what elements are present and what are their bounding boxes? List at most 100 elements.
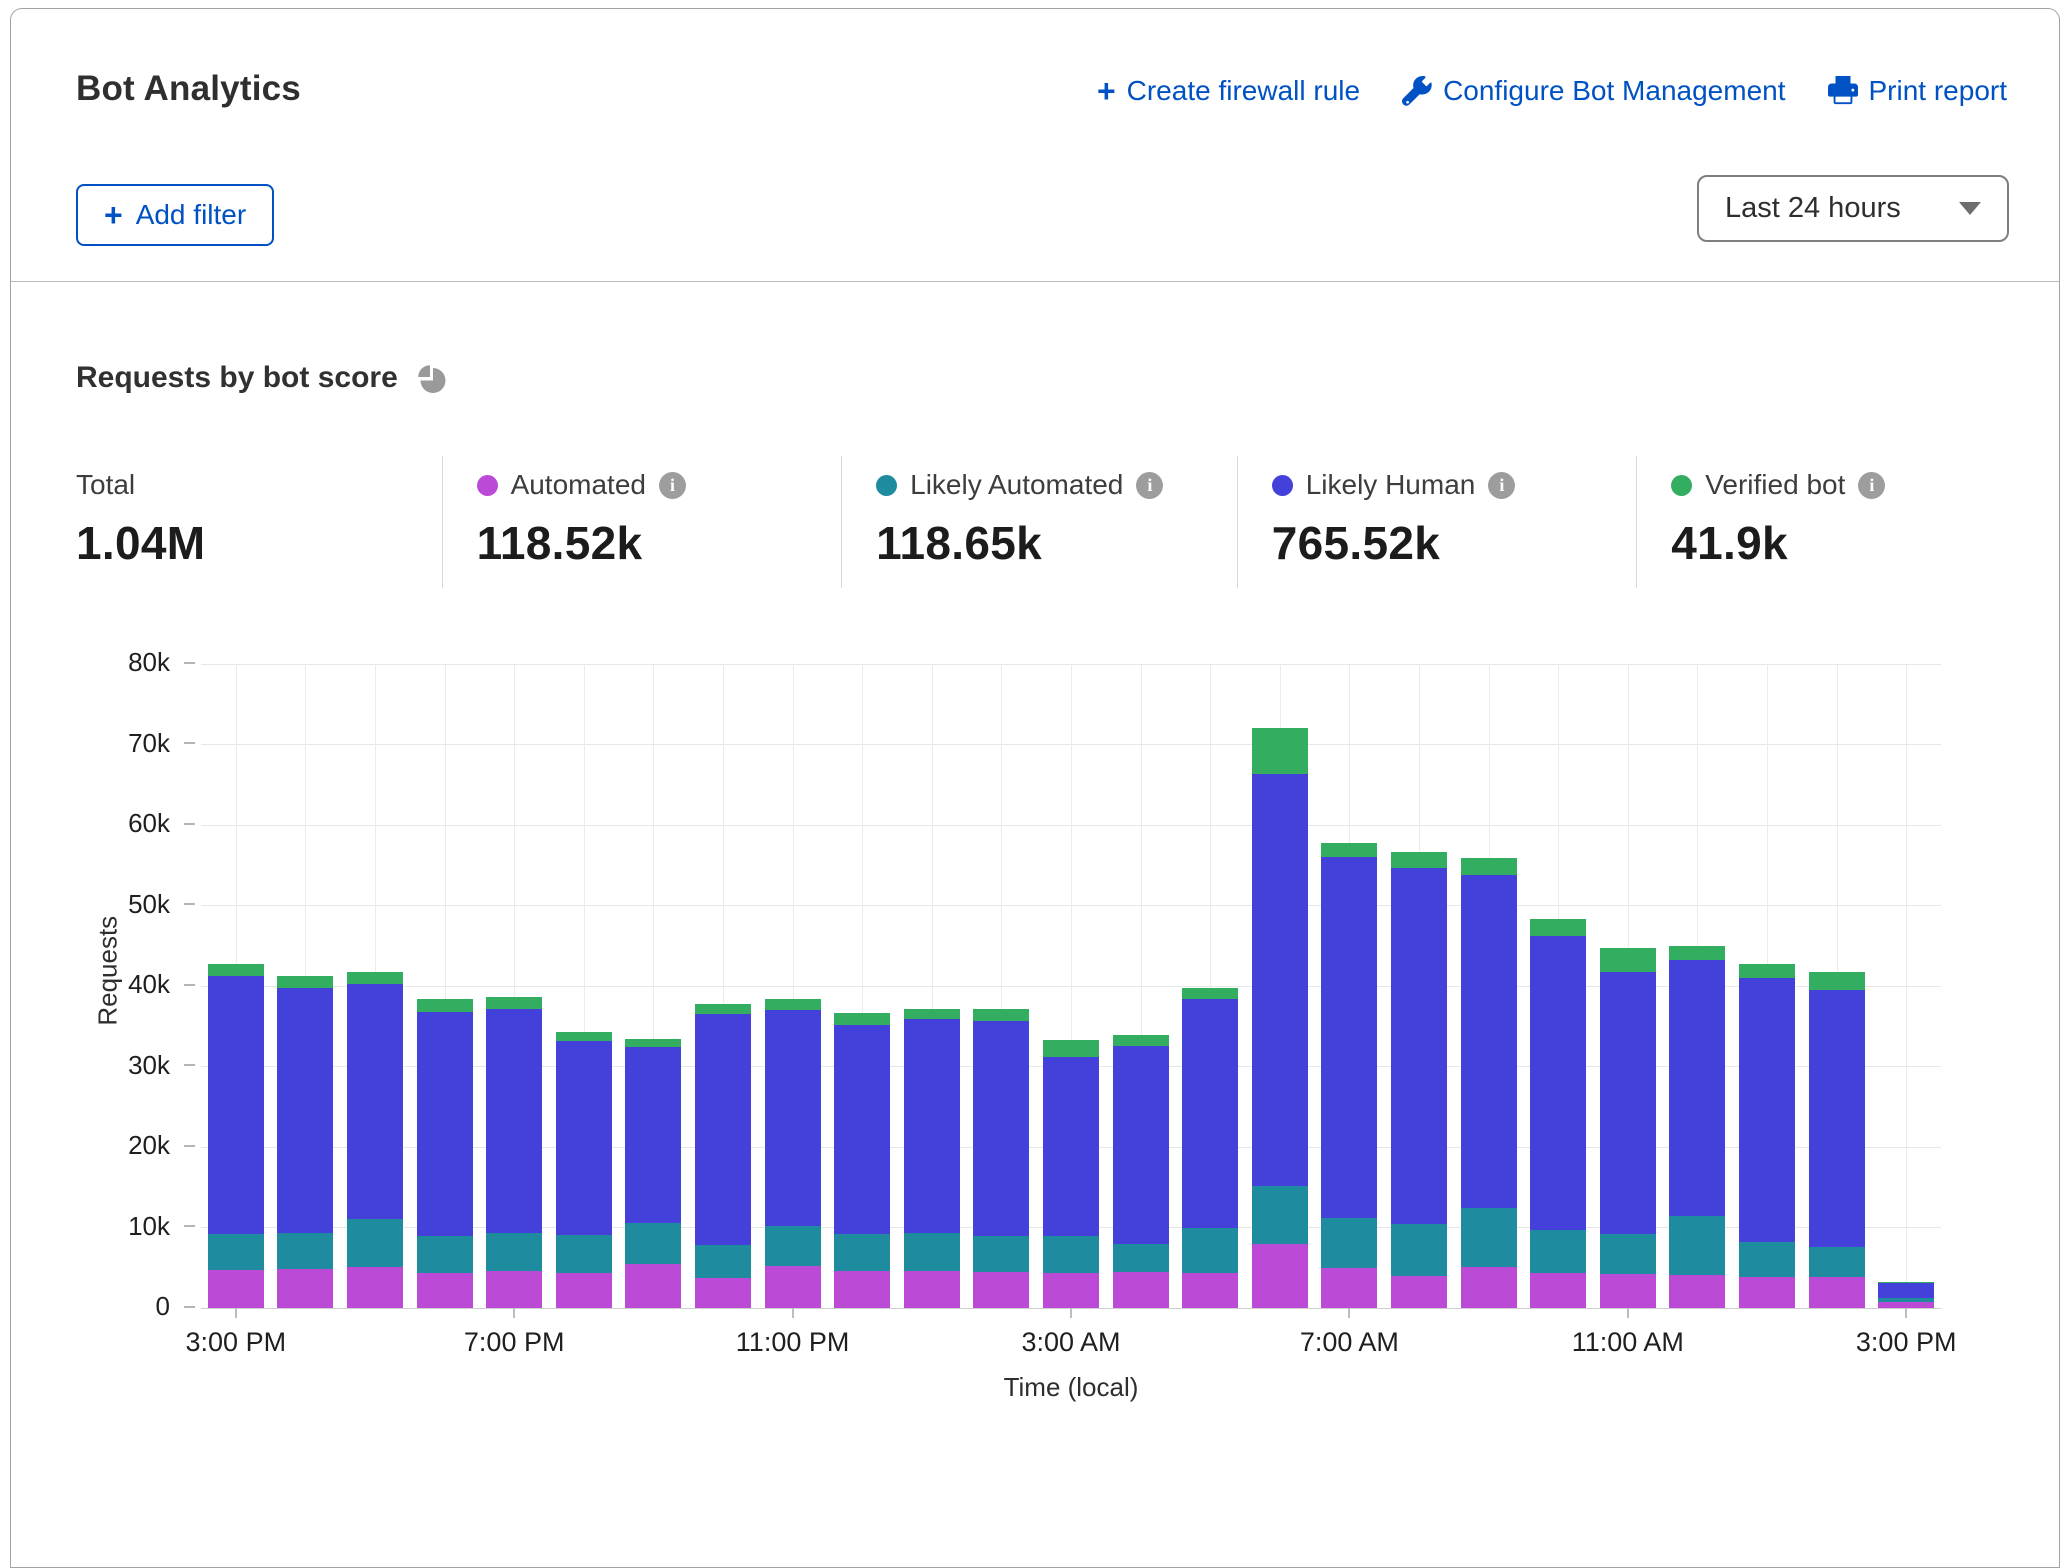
bar-segment-likely-human [556, 1041, 612, 1235]
bar-segment-likely-human [834, 1025, 890, 1233]
x-tick-label: 7:00 PM [424, 1327, 604, 1358]
bar-300pm[interactable] [208, 964, 264, 1308]
info-icon[interactable]: i [1488, 472, 1515, 499]
bar-300pm[interactable] [1878, 1282, 1934, 1308]
bar-segment-automated [486, 1271, 542, 1308]
bar-segment-likely-human [1252, 774, 1308, 1186]
x-tick-label: 7:00 AM [1259, 1327, 1439, 1358]
bar-500am[interactable] [1182, 988, 1238, 1308]
y-tick-mark [184, 742, 195, 744]
y-tick: 80k [90, 647, 201, 678]
bar-700am[interactable] [1321, 843, 1377, 1308]
bar-segment-automated [973, 1272, 1029, 1308]
bar-700pm[interactable] [486, 997, 542, 1309]
bar-segment-verified-bot [417, 999, 473, 1012]
bar-segment-likely-automated [277, 1233, 333, 1269]
legend-dot-likely-human [1272, 475, 1293, 496]
bar-segment-likely-automated [1739, 1242, 1795, 1277]
x-tick-label: 3:00 AM [981, 1327, 1161, 1358]
bar-segment-verified-bot [765, 999, 821, 1010]
bar-1100am[interactable] [1600, 948, 1656, 1308]
bar-segment-automated [625, 1264, 681, 1308]
x-tick-mark [513, 1308, 515, 1318]
bar-segment-likely-human [486, 1009, 542, 1234]
bar-segment-automated [1043, 1273, 1099, 1308]
bar-segment-automated [834, 1271, 890, 1308]
bar-500pm[interactable] [347, 972, 403, 1308]
add-filter-button[interactable]: + Add filter [76, 184, 274, 246]
bar-1000am[interactable] [1530, 919, 1586, 1308]
bar-segment-verified-bot [1809, 972, 1865, 990]
bar-1200am[interactable] [834, 1013, 890, 1308]
x-tick-label: 3:00 PM [146, 1327, 326, 1358]
stat-label: Automated [511, 469, 646, 501]
bar-segment-automated [1739, 1277, 1795, 1308]
stats-row: Total 1.04M Automated i 118.52k Likely A… [76, 456, 2014, 588]
bar-segment-verified-bot [1739, 964, 1795, 978]
bar-800am[interactable] [1391, 852, 1447, 1308]
bar-200pm[interactable] [1809, 972, 1865, 1308]
time-range-dropdown[interactable]: Last 24 hours [1697, 175, 2009, 242]
printer-icon [1828, 76, 1858, 106]
bar-segment-likely-human [765, 1010, 821, 1226]
y-tick-label: 30k [90, 1050, 170, 1081]
bar-segment-verified-bot [695, 1004, 751, 1014]
bar-segment-likely-human [1043, 1057, 1099, 1236]
bar-1000pm[interactable] [695, 1004, 751, 1308]
bar-segment-likely-human [417, 1012, 473, 1237]
bar-900am[interactable] [1461, 858, 1517, 1308]
pie-chart-icon [416, 361, 450, 395]
y-tick-label: 50k [90, 889, 170, 920]
configure-bot-management-link[interactable]: Configure Bot Management [1402, 75, 1785, 107]
y-tick-label: 60k [90, 808, 170, 839]
bar-200am[interactable] [973, 1009, 1029, 1308]
bar-segment-verified-bot [556, 1032, 612, 1041]
bar-600am[interactable] [1252, 728, 1308, 1308]
bar-segment-automated [695, 1278, 751, 1308]
bar-segment-automated [208, 1270, 264, 1308]
bar-segment-automated [277, 1269, 333, 1308]
legend-dot-likely-automated [876, 475, 897, 496]
info-icon[interactable]: i [1858, 472, 1885, 499]
bar-segment-automated [1461, 1267, 1517, 1308]
bar-100am[interactable] [904, 1009, 960, 1308]
info-icon[interactable]: i [1136, 472, 1163, 499]
x-tick-mark [1070, 1308, 1072, 1318]
header-actions: + Create firewall rule Configure Bot Man… [1097, 75, 2007, 107]
x-tick-mark [1348, 1308, 1350, 1318]
x-tick-mark [792, 1308, 794, 1318]
configure-bot-management-label: Configure Bot Management [1443, 75, 1785, 107]
bar-400am[interactable] [1113, 1035, 1169, 1308]
info-icon[interactable]: i [659, 472, 686, 499]
y-tick: 0 [90, 1291, 201, 1322]
bar-segment-automated [1252, 1244, 1308, 1308]
x-tick-mark [1905, 1308, 1907, 1318]
bar-100pm[interactable] [1739, 964, 1795, 1309]
stat-label: Likely Automated [910, 469, 1123, 501]
print-report-link[interactable]: Print report [1828, 75, 2008, 107]
wrench-icon [1402, 76, 1432, 106]
bar-600pm[interactable] [417, 999, 473, 1308]
y-tick: 50k [90, 889, 201, 920]
create-firewall-rule-link[interactable]: + Create firewall rule [1097, 75, 1360, 107]
bar-segment-automated [347, 1267, 403, 1308]
bar-segment-automated [556, 1273, 612, 1308]
bar-1100pm[interactable] [765, 999, 821, 1308]
bar-300am[interactable] [1043, 1040, 1099, 1308]
bar-segment-likely-human [1669, 960, 1725, 1216]
bar-800pm[interactable] [556, 1032, 612, 1308]
stat-value: 1.04M [76, 516, 442, 570]
bar-segment-automated [1182, 1273, 1238, 1308]
bar-segment-verified-bot [1530, 919, 1586, 936]
bar-400pm[interactable] [277, 976, 333, 1308]
section-title: Requests by bot score [76, 361, 398, 395]
y-tick-label: 10k [90, 1211, 170, 1242]
stat-label: Total [76, 469, 135, 501]
bar-segment-likely-human [347, 984, 403, 1219]
bar-segment-automated [1600, 1274, 1656, 1308]
bar-segment-verified-bot [1321, 843, 1377, 857]
bar-1200pm[interactable] [1669, 946, 1725, 1308]
stat-verified-bot: Verified bot i 41.9k [1636, 456, 2014, 588]
bar-900pm[interactable] [625, 1039, 681, 1308]
stat-automated: Automated i 118.52k [442, 456, 842, 588]
